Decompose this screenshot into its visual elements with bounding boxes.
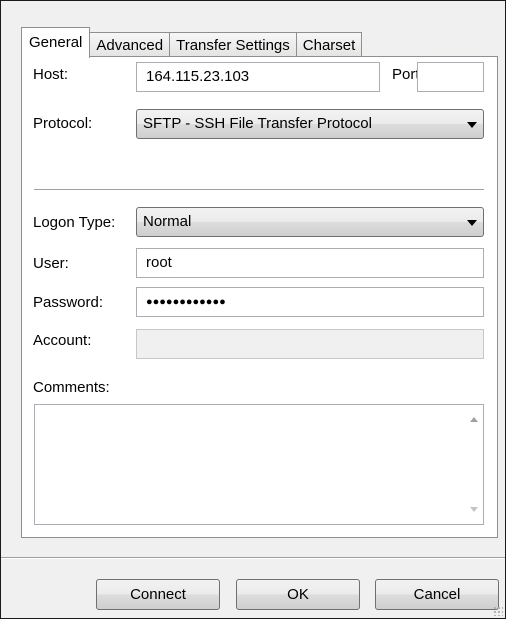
general-panel: Host: 164.115.23.103 Port: Protocol: SFT… <box>21 56 498 538</box>
password-label: Password: <box>33 294 104 311</box>
password-input[interactable]: ●●●●●●●●●●●● <box>136 287 484 317</box>
protocol-label: Protocol: <box>33 115 93 132</box>
tab-general[interactable]: General <box>21 27 91 58</box>
tab-bar: General Advanced Transfer Settings Chars… <box>21 27 363 58</box>
user-label: User: <box>33 255 69 272</box>
comments-scrollbar[interactable] <box>466 405 483 524</box>
host-input[interactable]: 164.115.23.103 <box>136 62 380 92</box>
port-input[interactable] <box>417 62 484 92</box>
section-divider <box>34 189 484 191</box>
tab-transfer-settings[interactable]: Transfer Settings <box>169 32 297 57</box>
scroll-down-icon[interactable] <box>470 507 478 512</box>
comments-label: Comments: <box>33 379 110 396</box>
comments-textarea[interactable] <box>34 404 484 525</box>
logon-type-label: Logon Type: <box>33 214 116 231</box>
protocol-select[interactable]: SFTP - SSH File Transfer Protocol <box>136 109 484 139</box>
account-label: Account: <box>33 332 92 349</box>
cancel-button[interactable]: Cancel <box>375 579 499 610</box>
tab-advanced[interactable]: Advanced <box>89 32 171 57</box>
logon-type-select[interactable]: Normal <box>136 207 484 237</box>
resize-grip-icon[interactable] <box>493 606 503 616</box>
tab-charset[interactable]: Charset <box>295 32 363 57</box>
chevron-down-icon <box>467 122 477 128</box>
site-settings-dialog: General Advanced Transfer Settings Chars… <box>0 0 506 619</box>
footer-divider <box>1 557 505 559</box>
user-input[interactable]: root <box>136 248 484 278</box>
protocol-select-value: SFTP - SSH File Transfer Protocol <box>143 115 372 132</box>
logon-type-select-value: Normal <box>143 213 192 230</box>
scroll-up-icon[interactable] <box>470 417 478 422</box>
ok-button[interactable]: OK <box>236 579 360 610</box>
host-label: Host: <box>33 66 69 83</box>
account-input <box>136 329 484 359</box>
connect-button[interactable]: Connect <box>96 579 220 610</box>
chevron-down-icon <box>467 220 477 226</box>
